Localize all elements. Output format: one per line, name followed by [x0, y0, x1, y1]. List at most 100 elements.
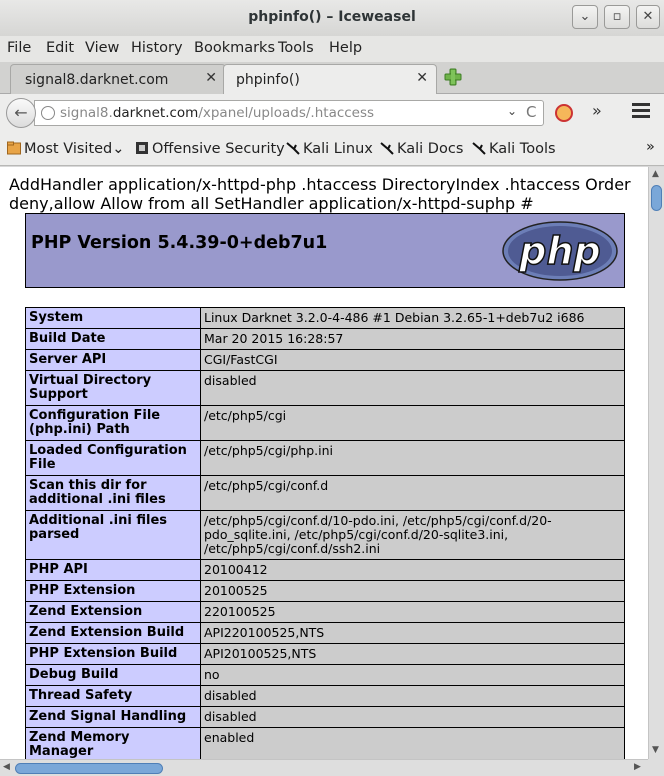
config-value: disabled — [200, 706, 625, 728]
scroll-down-icon[interactable]: ▼ — [652, 745, 659, 755]
config-key: PHP Extension Build — [25, 643, 201, 665]
vertical-scroll-thumb[interactable] — [651, 185, 662, 211]
bookmark-most-visited[interactable]: Most Visited⌄ — [7, 141, 124, 157]
table-row: Zend Extension 220100525 — [25, 601, 625, 623]
config-key: Thread Safety — [25, 685, 201, 707]
vertical-scrollbar[interactable]: ▲ ▼ — [648, 167, 664, 759]
config-key: PHP API — [25, 559, 201, 581]
table-row: Zend Memory Manager enabled — [25, 727, 625, 759]
tab-label: signal8.darknet.com — [25, 72, 169, 88]
menu-view[interactable]: View — [85, 40, 119, 56]
url-bar[interactable]: signal8.darknet.com/xpanel/uploads/.htac… — [34, 100, 544, 126]
config-value: 20100412 — [200, 559, 625, 581]
config-value: disabled — [200, 370, 625, 406]
table-row: PHP Extension Build API20100525,NTS — [25, 643, 625, 665]
bookmark-offensive-security[interactable]: Offensive Security — [135, 141, 285, 157]
table-row: Build Date Mar 20 2015 16:28:57 — [25, 328, 625, 350]
table-row: Loaded Configuration File/etc/php5/cgi/p… — [25, 440, 625, 476]
config-value: /etc/php5/cgi/php.ini — [200, 440, 625, 476]
new-tab-plus-icon[interactable] — [444, 68, 462, 86]
menu-tools[interactable]: Tools — [278, 40, 314, 56]
config-key: System — [25, 307, 201, 329]
url-path: /xpanel/uploads/.htaccess — [198, 105, 375, 121]
tab-signal8[interactable]: signal8.darknet.com ✕ — [10, 64, 226, 94]
horizontal-scroll-thumb[interactable] — [15, 763, 163, 774]
config-key: Loaded Configuration File — [25, 440, 201, 476]
menu-file[interactable]: File — [7, 40, 31, 56]
bookmarks-overflow-icon[interactable]: » — [646, 139, 655, 155]
toolbar-overflow-icon[interactable]: » — [592, 101, 602, 120]
horizontal-scrollbar[interactable]: ◀ ▶ — [0, 759, 648, 776]
phpinfo-table: System Linux Darknet 3.2.0-4-486 #1 Debia… — [25, 307, 625, 759]
tab-label: phpinfo() — [236, 72, 300, 88]
folder-icon — [7, 141, 21, 155]
config-value: enabled — [200, 727, 625, 759]
bookmark-kali-linux[interactable]: Kali Linux — [286, 141, 373, 157]
config-key: Server API — [25, 349, 201, 371]
config-value: Mar 20 2015 16:28:57 — [200, 328, 625, 350]
back-button[interactable]: ← — [6, 98, 36, 128]
table-row: Zend Signal Handling disabled — [25, 706, 625, 728]
config-value: /etc/php5/cgi/conf.d/10-pdo.ini, /etc/ph… — [200, 510, 625, 560]
bookmarks-toolbar: Most Visited⌄ Offensive Security Kali Li… — [0, 132, 664, 166]
page-content: AddHandler application/x-httpd-php .htac… — [0, 167, 648, 759]
bookmark-label: Offensive Security — [152, 141, 285, 157]
tab-bar: signal8.darknet.com ✕ phpinfo() ✕ — [0, 62, 664, 94]
config-key: Debug Build — [25, 664, 201, 686]
table-row: Configuration File (php.ini) Path/etc/ph… — [25, 405, 625, 441]
close-tab-icon[interactable]: ✕ — [416, 70, 428, 86]
php-logo-icon[interactable]: php — [501, 220, 619, 282]
config-key: Build Date — [25, 328, 201, 350]
bookmark-kali-tools[interactable]: Kali Tools — [472, 141, 556, 157]
bookmark-label: Kali Tools — [489, 141, 556, 157]
table-row: Debug Build no — [25, 664, 625, 686]
offsec-icon — [136, 142, 148, 154]
config-key: Zend Extension Build — [25, 622, 201, 644]
htaccess-text: AddHandler application/x-httpd-php .htac… — [9, 175, 631, 213]
config-value: CGI/FastCGI — [200, 349, 625, 371]
maximize-button[interactable]: ▫ — [604, 5, 630, 29]
window-titlebar: phpinfo() – Iceweasel ⌄ ▫ ✕ — [0, 0, 664, 36]
config-value: API20100525,NTS — [200, 643, 625, 665]
menu-edit[interactable]: Edit — [46, 40, 74, 56]
url-dropdown-icon[interactable]: ⌄ — [507, 104, 517, 118]
url-domain: darknet.com — [112, 105, 199, 121]
bookmark-kali-docs[interactable]: Kali Docs — [380, 141, 463, 157]
scroll-left-icon[interactable]: ◀ — [3, 762, 10, 772]
config-value: 20100525 — [200, 580, 625, 602]
menu-history[interactable]: History — [131, 40, 183, 56]
config-key: Zend Extension — [25, 601, 201, 623]
php-logo-text: php — [518, 229, 600, 273]
config-key: Scan this dir for additional .ini files — [25, 475, 201, 511]
table-row: System Linux Darknet 3.2.0-4-486 #1 Debia… — [25, 307, 625, 329]
reload-icon[interactable]: C — [526, 103, 536, 121]
hamburger-menu-icon[interactable] — [632, 103, 650, 121]
config-key: Configuration File (php.ini) Path — [25, 405, 201, 441]
config-key: Zend Signal Handling — [25, 706, 201, 728]
php-version-title: PHP Version 5.4.39-0+deb7u1 — [31, 233, 328, 253]
close-tab-icon[interactable]: ✕ — [205, 70, 217, 86]
config-value: Linux Darknet 3.2.0-4-486 #1 Debian 3.2.… — [200, 307, 625, 329]
url-text[interactable]: signal8.darknet.com/xpanel/uploads/.htac… — [60, 105, 374, 121]
tab-phpinfo[interactable]: phpinfo() ✕ — [223, 64, 437, 94]
scroll-right-icon[interactable]: ▶ — [634, 762, 641, 772]
config-value: /etc/php5/cgi — [200, 405, 625, 441]
table-row: Thread Safety disabled — [25, 685, 625, 707]
scroll-up-icon[interactable]: ▲ — [652, 169, 659, 179]
minimize-button[interactable]: ⌄ — [572, 5, 598, 29]
globe-icon — [41, 106, 55, 120]
config-key: Virtual Directory Support — [25, 370, 201, 406]
php-version-header: PHP Version 5.4.39-0+deb7u1 php — [25, 213, 625, 288]
table-row: Virtual Directory Support disabled — [25, 370, 625, 406]
close-window-button[interactable]: ✕ — [636, 5, 660, 29]
table-row: PHP API 20100412 — [25, 559, 625, 581]
menu-help[interactable]: Help — [329, 40, 362, 56]
table-row: PHP Extension 20100525 — [25, 580, 625, 602]
menu-bookmarks[interactable]: Bookmarks — [194, 40, 275, 56]
menu-bar: File Edit View History Bookmarks Tools H… — [0, 36, 664, 62]
config-value: disabled — [200, 685, 625, 707]
kali-dragon-icon — [380, 142, 394, 155]
bookmark-label: Kali Docs — [397, 141, 464, 157]
noscript-icon[interactable] — [555, 104, 573, 122]
scrollbar-corner — [648, 759, 664, 776]
